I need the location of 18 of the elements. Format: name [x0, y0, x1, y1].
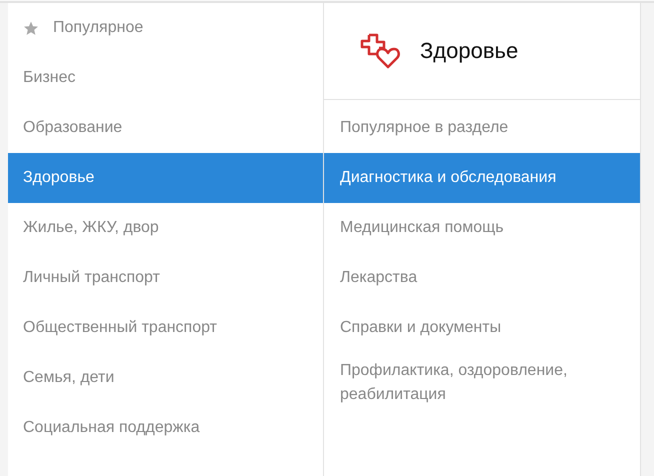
category-item[interactable]: Популярное	[8, 3, 323, 53]
category-item[interactable]: Семья, дети	[8, 353, 323, 403]
subcategory-item[interactable]: Диагностика и обследования	[324, 153, 640, 203]
section-title: Здоровье	[420, 38, 518, 64]
subcategory-item[interactable]: Лекарства	[324, 253, 640, 303]
category-item[interactable]: Образование	[8, 103, 323, 153]
category-item[interactable]: Здоровье	[8, 153, 323, 203]
star-icon	[23, 20, 39, 36]
category-item[interactable]: Жилье, ЖКУ, двор	[8, 203, 323, 253]
subcategory-item[interactable]: Справки и документы	[324, 303, 640, 353]
subcategory-item[interactable]: Популярное в разделе	[324, 103, 640, 153]
cross-heart-icon	[360, 33, 400, 69]
subcategory-item[interactable]: Профилактика, оздоровление, реабилитация	[324, 353, 640, 413]
category-item[interactable]: Бизнес	[8, 53, 323, 103]
subcategory-item[interactable]: Медицинская помощь	[324, 203, 640, 253]
category-item[interactable]: Общественный транспорт	[8, 303, 323, 353]
category-item[interactable]: Социальная поддержка	[8, 403, 323, 453]
category-item[interactable]: Личный транспорт	[8, 253, 323, 303]
